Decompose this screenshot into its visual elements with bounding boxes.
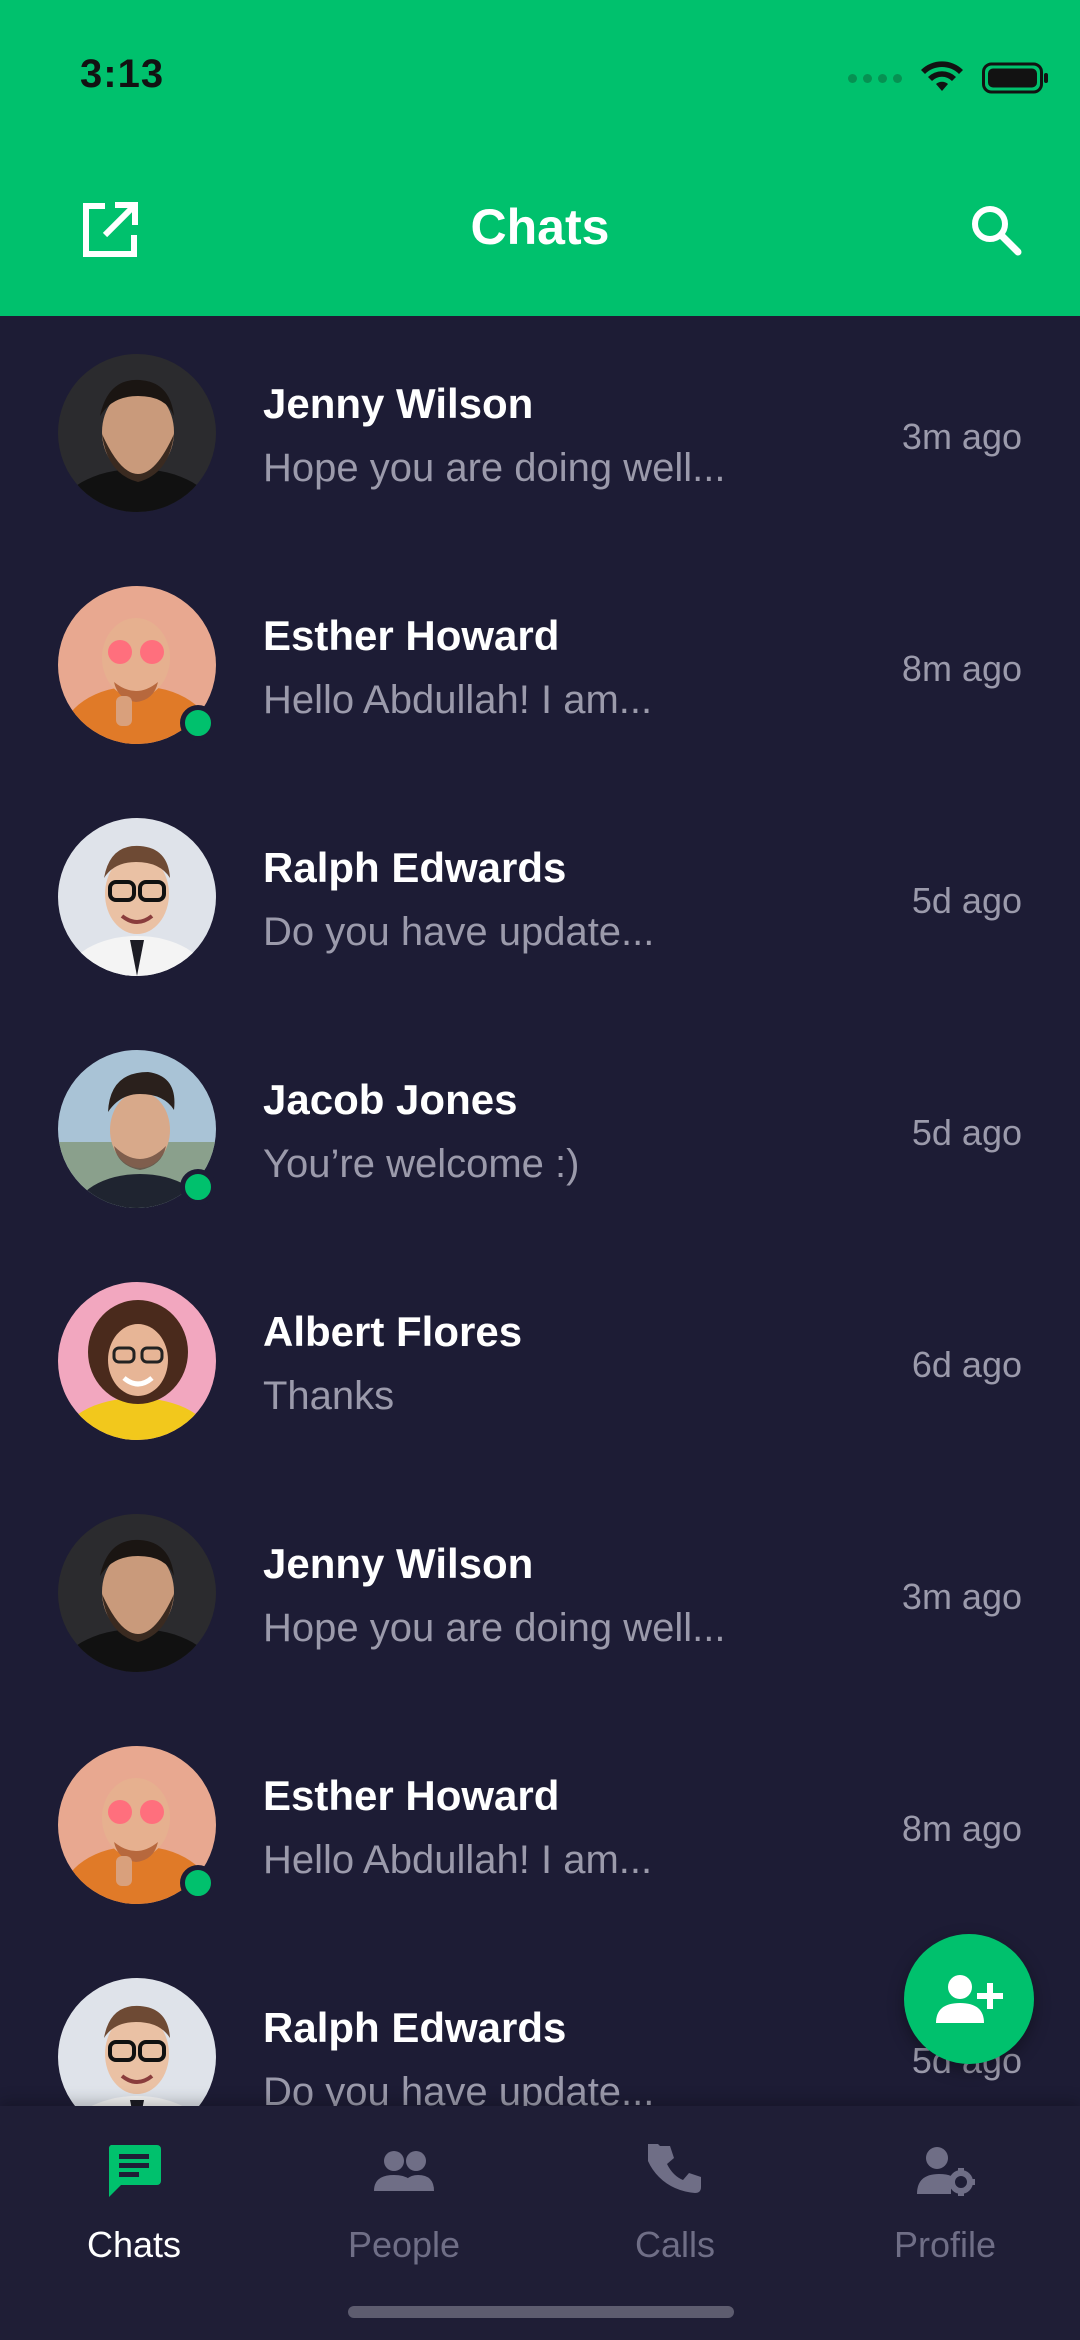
phone-icon — [648, 2144, 701, 2193]
online-indicator — [180, 1865, 216, 1901]
tab-label: Calls — [634, 2224, 715, 2265]
contact-name: Albert Flores — [263, 1308, 523, 1355]
tab-calls[interactable]: Calls — [575, 2136, 775, 2266]
avatar — [58, 354, 216, 512]
tab-label: Chats — [86, 2224, 182, 2265]
contact-name: Esther Howard — [263, 612, 560, 659]
tab-chats[interactable]: Chats — [34, 2136, 234, 2266]
message-time: 5d ago — [911, 1112, 1022, 1153]
app-header: 3:13 Chats — [0, 0, 1080, 316]
battery-icon — [982, 62, 1048, 94]
search-button[interactable] — [962, 196, 1030, 264]
message-preview: Do you have update... — [263, 910, 655, 954]
tab-profile[interactable]: Profile — [845, 2136, 1045, 2266]
avatar — [58, 1282, 216, 1440]
chat-row[interactable]: Albert Flores Thanks 6d ago — [0, 1244, 1080, 1476]
contact-name: Jenny Wilson — [263, 380, 534, 427]
message-preview: Do you have update... — [263, 2070, 655, 2106]
avatar — [58, 818, 216, 976]
chat-icon — [108, 2145, 161, 2197]
tab-people[interactable]: People — [304, 2136, 504, 2266]
online-indicator — [180, 705, 216, 741]
message-time: 8m ago — [901, 648, 1022, 689]
chat-list[interactable]: Jenny Wilson Hope you are doing well... … — [0, 316, 1080, 2106]
status-time: 3:13 — [80, 52, 165, 96]
contact-name: Ralph Edwards — [263, 2004, 567, 2051]
chat-row[interactable]: Jenny Wilson Hope you are doing well... … — [0, 1476, 1080, 1708]
bottom-tab-bar: Chats People Calls Profile — [0, 2106, 1080, 2340]
home-indicator[interactable] — [348, 2306, 734, 2318]
search-icon — [972, 206, 1022, 256]
chat-row[interactable]: Ralph Edwards Do you have update... 5d a… — [0, 780, 1080, 1012]
message-time: 8m ago — [901, 1808, 1022, 1849]
page-title: Chats — [470, 199, 610, 255]
signal-icon — [848, 73, 902, 83]
people-icon — [374, 2151, 434, 2191]
message-time: 6d ago — [911, 1344, 1022, 1385]
status-icons — [848, 58, 1050, 98]
contact-name: Esther Howard — [263, 1772, 560, 1819]
contact-name: Jacob Jones — [263, 1076, 518, 1123]
profile-settings-icon — [917, 2147, 975, 2196]
message-time: 3m ago — [901, 416, 1022, 457]
message-preview: Hope you are doing well... — [263, 1606, 726, 1650]
chat-row[interactable]: Jacob Jones You’re welcome :) 5d ago — [0, 1012, 1080, 1244]
message-preview: Hope you are doing well... — [263, 446, 726, 490]
message-preview: Hello Abdullah! I am... — [263, 678, 653, 722]
chat-row[interactable]: Esther Howard Hello Abdullah! I am... 8m… — [0, 548, 1080, 780]
message-preview: Thanks — [263, 1374, 395, 1418]
online-indicator — [180, 1169, 216, 1205]
contact-name: Jenny Wilson — [263, 1540, 534, 1587]
tab-label: People — [347, 2224, 461, 2265]
tab-label: Profile — [893, 2224, 997, 2265]
wifi-icon — [921, 61, 963, 91]
avatar — [58, 1978, 216, 2106]
message-time: 5d ago — [911, 880, 1022, 921]
add-person-icon — [936, 1975, 1003, 2023]
contact-name: Ralph Edwards — [263, 844, 567, 891]
avatar — [58, 1514, 216, 1672]
message-preview: You’re welcome :) — [263, 1142, 580, 1186]
message-time: 3m ago — [901, 1576, 1022, 1617]
chat-row[interactable]: Jenny Wilson Hope you are doing well... … — [0, 316, 1080, 548]
add-contact-button[interactable] — [904, 1934, 1034, 2064]
chat-row[interactable]: Esther Howard Hello Abdullah! I am... 8m… — [0, 1708, 1080, 1940]
message-preview: Hello Abdullah! I am... — [263, 1838, 653, 1882]
